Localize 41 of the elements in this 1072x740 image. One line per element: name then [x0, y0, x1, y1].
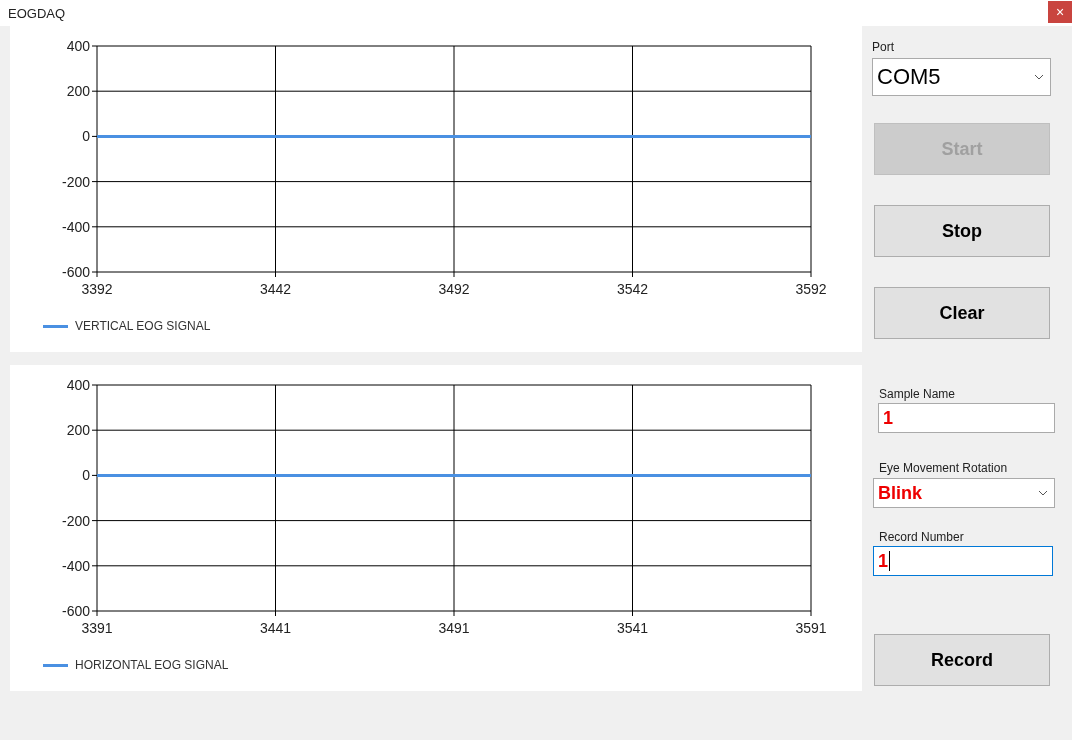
action-button[interactable]: Stop: [874, 205, 1050, 257]
tick-label: -600: [61, 603, 90, 619]
tick-label: 3491: [438, 620, 470, 636]
legend-swatch: [43, 324, 68, 328]
legend-label: HORIZONTAL EOG SIGNAL: [75, 658, 229, 672]
record-button[interactable]: Record: [874, 634, 1050, 686]
tick-label: 3492: [438, 281, 470, 297]
tick-label: 3392: [81, 281, 113, 297]
tick-label: -400: [61, 557, 90, 574]
window-title: EOGDAQ: [8, 5, 66, 21]
tick-label: 0: [82, 128, 90, 145]
port-dropdown[interactable]: COM5: [872, 58, 1051, 96]
tick-label: 3541: [616, 620, 649, 636]
tick-label: 3592: [795, 281, 827, 297]
tick-label: -400: [61, 218, 90, 235]
rotation-dropdown[interactable]: Blink: [873, 478, 1055, 508]
chevron-icon: [1034, 74, 1044, 80]
chevron-icon: [1038, 490, 1048, 496]
tick-label: 200: [66, 83, 90, 100]
record-number-field[interactable]: 1: [873, 546, 1053, 576]
field-label: Port: [872, 40, 894, 54]
tick-label: 3542: [616, 281, 649, 297]
close-button[interactable]: ×: [1048, 1, 1072, 23]
field-label: Record Number: [879, 530, 964, 544]
tick-label: 400: [66, 38, 90, 54]
tick-label: 3391: [81, 620, 113, 636]
tick-label: -200: [61, 173, 90, 190]
tick-label: -600: [61, 264, 90, 280]
action-button[interactable]: Clear: [874, 287, 1050, 339]
tick-label: 400: [66, 377, 90, 393]
tick-label: 3442: [259, 281, 292, 297]
sample-name-field[interactable]: 1: [878, 403, 1055, 433]
tick-label: 3441: [259, 620, 292, 636]
tick-label: 3591: [795, 620, 827, 636]
tick-label: -200: [61, 512, 90, 529]
field-label: Eye Movement Rotation: [879, 461, 1008, 475]
legend-label: VERTICAL EOG SIGNAL: [75, 319, 211, 333]
field-label: Sample Name: [879, 387, 956, 401]
legend-swatch: [43, 663, 68, 667]
tick-label: 200: [66, 422, 90, 439]
tick-label: 0: [82, 467, 90, 484]
